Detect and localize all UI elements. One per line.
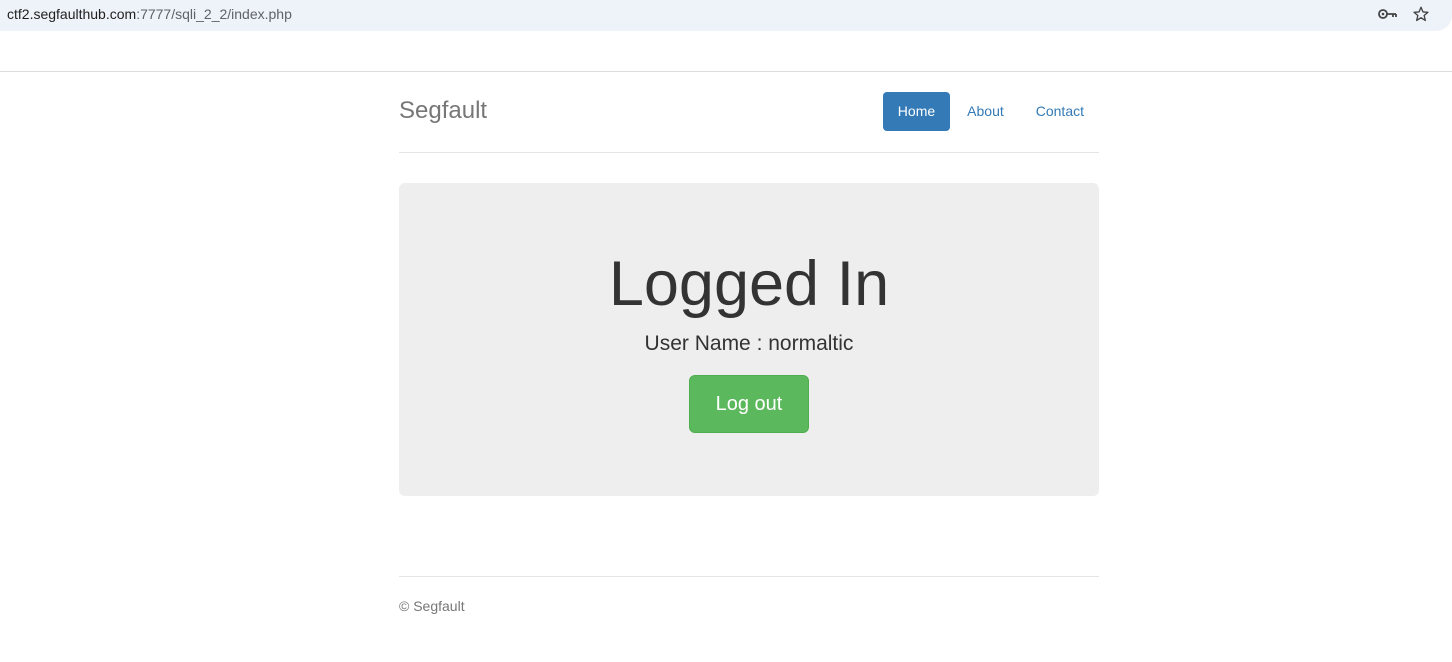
page-footer: © Segfault [399,576,1099,614]
user-name-text: User Name : normaltic [644,332,854,355]
page-title: Logged In [608,249,890,319]
brand-title: Segfault [399,97,488,124]
nav-item-home[interactable]: Home [882,92,951,131]
key-icon[interactable] [1378,7,1398,21]
url-path: :7777/sqli_2_2/index.php [136,6,292,22]
page-header: Segfault Home About Contact [399,72,1099,153]
address-bar-icons [1378,5,1430,23]
logout-button[interactable]: Log out [689,375,809,433]
jumbotron: Logged In User Name : normaltic Log out [399,183,1099,496]
url-text[interactable]: ctf2.segfaulthub.com:7777/sqli_2_2/index… [7,6,292,22]
browser-address-bar[interactable]: ctf2.segfaulthub.com:7777/sqli_2_2/index… [0,0,1452,31]
url-host: ctf2.segfaulthub.com [7,6,137,22]
star-icon[interactable] [1412,5,1430,23]
nav-item-contact[interactable]: Contact [1021,92,1099,131]
nav-pills: Home About Contact [882,92,1099,131]
nav-item-about[interactable]: About [952,92,1019,131]
footer-copyright: © Segfault [399,598,465,614]
page-container: Segfault Home About Contact Logged In Us… [399,72,1099,614]
